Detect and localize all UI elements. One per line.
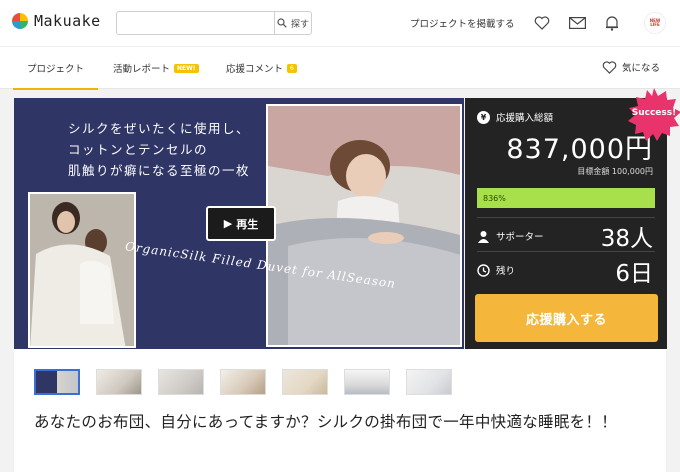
play-label: 再生 bbox=[236, 217, 259, 231]
tab-activity-report-label: 活動レポート bbox=[113, 64, 171, 75]
remaining-days: 6日 bbox=[615, 261, 653, 287]
tab-project[interactable]: プロジェクト bbox=[12, 61, 99, 90]
bell-icon[interactable] bbox=[602, 13, 622, 33]
total-label-row: ¥ 応援購入総額 bbox=[477, 110, 553, 124]
post-project-link[interactable]: プロジェクトを掲載する bbox=[410, 16, 515, 30]
favorite-button[interactable]: 気になる bbox=[602, 60, 660, 74]
tab-activity-report[interactable]: 活動レポート NEW! bbox=[113, 61, 199, 75]
remaining-row: 残り bbox=[477, 263, 515, 277]
support-purchase-button[interactable]: 応援購入する bbox=[475, 294, 658, 342]
success-badge: Success! bbox=[626, 87, 680, 143]
search-icon bbox=[277, 18, 287, 28]
new-badge: NEW! bbox=[174, 63, 199, 73]
heart-icon[interactable] bbox=[532, 13, 552, 33]
thumbnail-2[interactable] bbox=[96, 369, 142, 395]
favorite-label: 気になる bbox=[622, 63, 661, 74]
project-detail: あなたのお布団、自分にあってますか？シルクの掛布団で一年中快適な睡眠を！！ bbox=[14, 349, 666, 472]
success-badge-text: Success! bbox=[631, 108, 677, 118]
tab-project-label: プロジェクト bbox=[27, 64, 85, 75]
heart-outline-icon bbox=[602, 60, 617, 74]
search-button[interactable]: 探す bbox=[274, 12, 311, 34]
mail-icon[interactable] bbox=[567, 13, 587, 33]
comment-count-badge: 6 bbox=[287, 63, 297, 73]
thumbnail-7[interactable] bbox=[406, 369, 452, 395]
search-box: 探す bbox=[116, 11, 312, 35]
supporters-row: サポーター bbox=[477, 229, 544, 243]
goal-amount: 目標金額 100,000円 bbox=[577, 167, 653, 176]
thumbnail-6[interactable] bbox=[344, 369, 390, 395]
hero-copy-line-1: シルクをぜいたくに使用し、 bbox=[68, 121, 251, 136]
yen-icon: ¥ bbox=[477, 110, 490, 124]
progress-fill: 836% bbox=[477, 188, 655, 208]
supporters-count: 38人 bbox=[600, 226, 653, 252]
progress-bar: 836% bbox=[477, 188, 655, 208]
play-video-button[interactable]: ▶ 再生 bbox=[206, 206, 276, 241]
logo-text: Makuake bbox=[34, 12, 101, 30]
thumbnail-3[interactable] bbox=[158, 369, 204, 395]
logo-mark-icon bbox=[12, 13, 28, 29]
hero-photo-woman bbox=[266, 104, 462, 347]
hero-copy: シルクをぜいたくに使用し、 コットンとテンセルの 肌触りが癖になる至極の一枚 bbox=[68, 118, 250, 181]
search-input[interactable] bbox=[117, 12, 274, 34]
supporters-label: サポーター bbox=[496, 232, 544, 243]
makuake-logo[interactable]: Makuake bbox=[12, 12, 101, 30]
person-icon bbox=[478, 230, 489, 243]
total-label: 応援購入総額 bbox=[496, 113, 554, 124]
divider bbox=[477, 251, 655, 252]
clock-icon bbox=[477, 263, 490, 277]
project-tabs: プロジェクト 活動レポート NEW! 応援コメント 6 気になる bbox=[0, 46, 680, 90]
site-header: Makuake 探す プロジェクトを掲載する NEW LIFE bbox=[0, 0, 680, 46]
thumbnail-4[interactable] bbox=[220, 369, 266, 395]
tab-support-comments[interactable]: 応援コメント 6 bbox=[226, 61, 297, 75]
play-icon: ▶ bbox=[223, 217, 233, 230]
tab-support-comments-label: 応援コメント bbox=[226, 64, 284, 75]
hero-copy-line-2: コットンとテンセルの bbox=[68, 142, 209, 157]
hero-media[interactable]: シルクをぜいたくに使用し、 コットンとテンセルの 肌触りが癖になる至極の一枚 O… bbox=[14, 98, 464, 349]
project-title: あなたのお布団、自分にあってますか？シルクの掛布団で一年中快適な睡眠を！！ bbox=[34, 413, 618, 431]
user-avatar[interactable]: NEW LIFE bbox=[644, 12, 666, 34]
thumbnail-5[interactable] bbox=[282, 369, 328, 395]
hero-photo-couple bbox=[28, 192, 136, 348]
hero-copy-line-3: 肌触りが癖になる至極の一枚 bbox=[68, 163, 251, 178]
divider bbox=[477, 217, 655, 218]
remaining-label: 残り bbox=[496, 266, 516, 277]
progress-label: 836% bbox=[483, 193, 506, 203]
search-button-label: 探す bbox=[290, 19, 309, 30]
avatar-text: NEW LIFE bbox=[649, 18, 661, 27]
thumbnail-1[interactable] bbox=[34, 369, 80, 395]
